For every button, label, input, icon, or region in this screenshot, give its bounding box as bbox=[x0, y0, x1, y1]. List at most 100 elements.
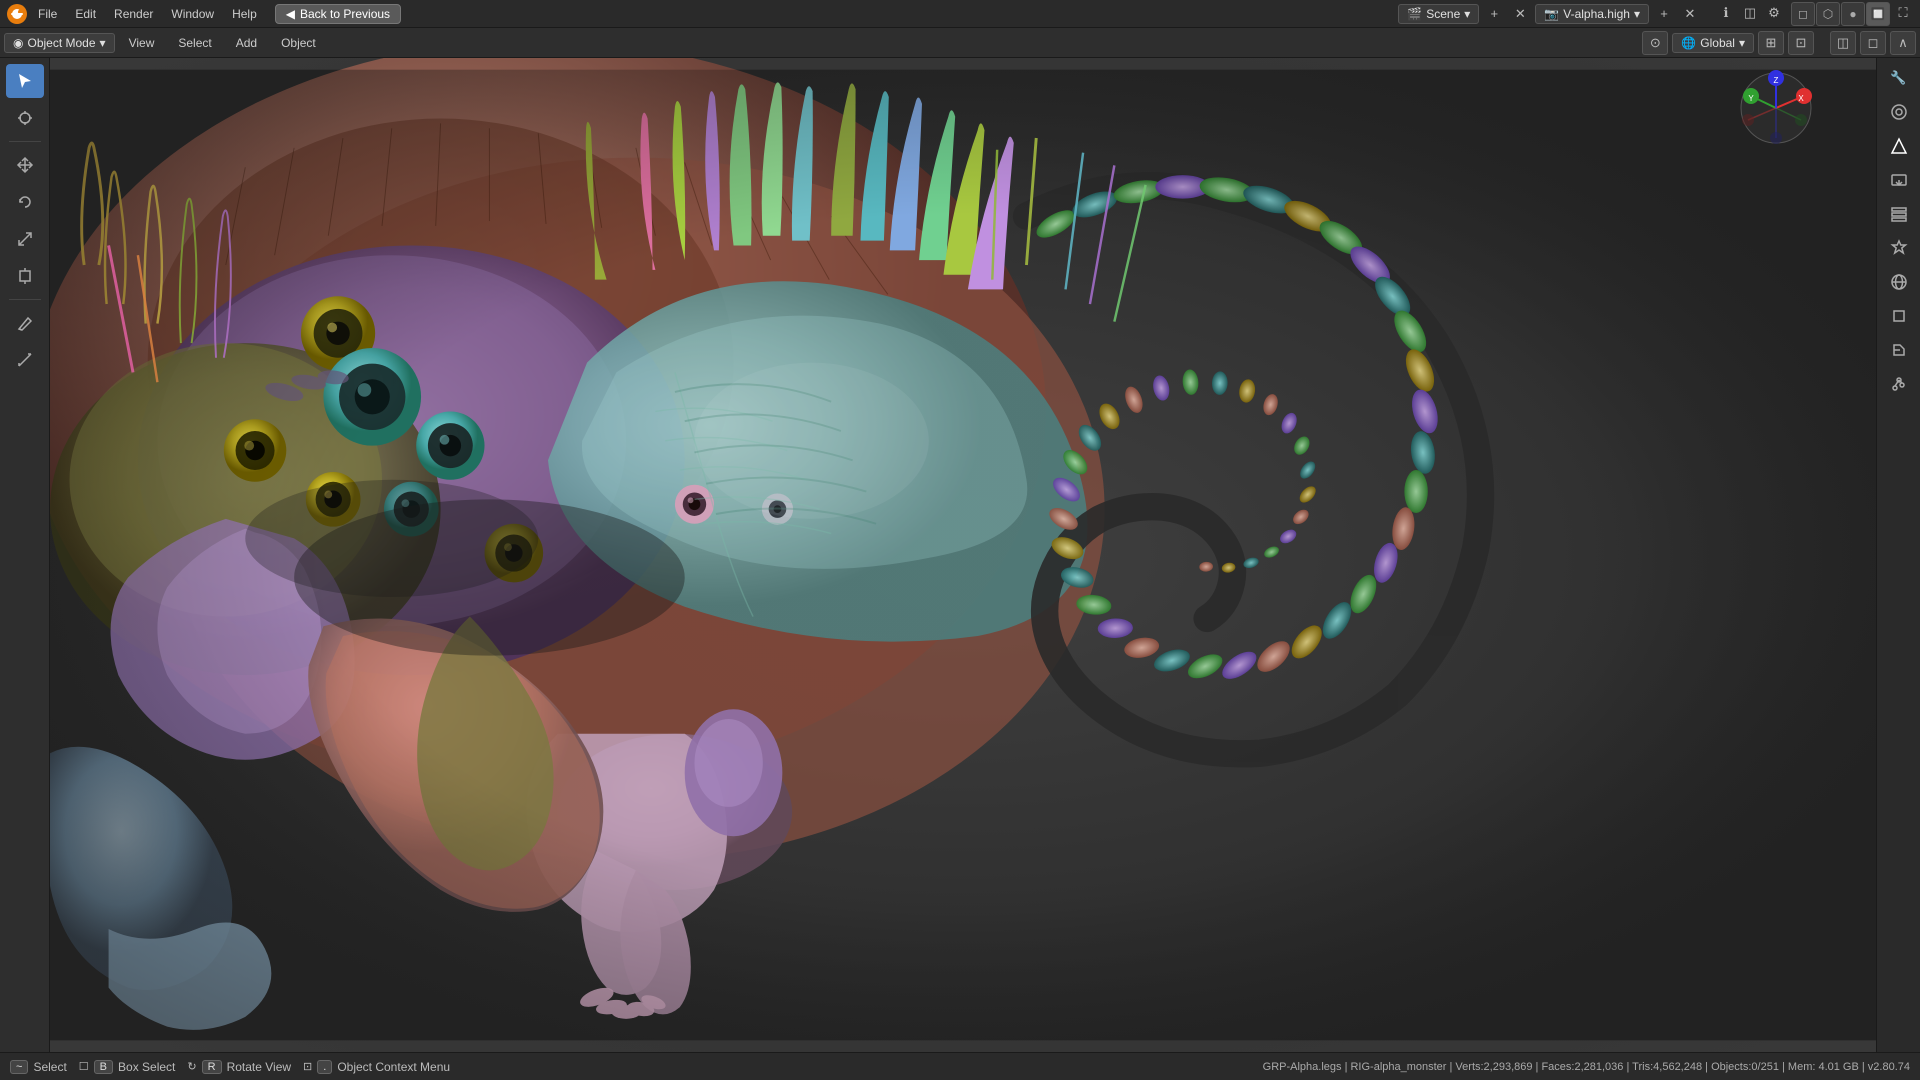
select-key: ~ bbox=[10, 1060, 28, 1074]
global-chevron: ▾ bbox=[1739, 36, 1745, 50]
menu-edit[interactable]: Edit bbox=[67, 4, 104, 24]
menu-render[interactable]: Render bbox=[106, 4, 161, 24]
context-key: . bbox=[317, 1060, 332, 1074]
fullscreen-icon[interactable]: ⛶ bbox=[1892, 2, 1914, 24]
viewport[interactable]: X Y Z bbox=[50, 58, 1876, 1052]
xray-icon[interactable]: ◻ bbox=[1860, 31, 1886, 55]
navigation-gizmo[interactable]: X Y Z bbox=[1736, 68, 1816, 148]
viewport-background bbox=[50, 58, 1876, 1052]
snap-icon[interactable]: ⊞ bbox=[1758, 31, 1784, 55]
info-icon[interactable]: ℹ bbox=[1715, 2, 1737, 24]
render-wireframe-btn[interactable]: ⬡ bbox=[1816, 2, 1840, 26]
sidebar-sep-2 bbox=[9, 299, 41, 300]
status-left: ~ Select ☐ B Box Select ↻ R Rotate View … bbox=[10, 1060, 450, 1074]
view-layer-selector[interactable]: 📷 V-alpha.high ▾ bbox=[1535, 4, 1649, 24]
render-properties-icon[interactable] bbox=[1881, 130, 1917, 162]
status-bar: ~ Select ☐ B Box Select ↻ R Rotate View … bbox=[0, 1052, 1920, 1080]
tool-move[interactable] bbox=[6, 148, 44, 182]
status-info-text: GRP-Alpha.legs | RIG-alpha_monster | Ver… bbox=[1263, 1061, 1910, 1073]
menu-help[interactable]: Help bbox=[224, 4, 265, 24]
menu-file[interactable]: File bbox=[30, 4, 65, 24]
header-left: File Edit Render Window Help ◀ Back to P… bbox=[0, 3, 407, 25]
main-area: X Y Z 🔧 bbox=[0, 58, 1920, 1052]
top-header: File Edit Render Window Help ◀ Back to P… bbox=[0, 0, 1920, 28]
toolbar-object[interactable]: Object bbox=[271, 33, 326, 53]
mode-icon: ◉ bbox=[13, 36, 23, 50]
view-layer-new-icon[interactable]: + bbox=[1653, 3, 1675, 25]
proportional-edit-icon[interactable]: ⊡ bbox=[1788, 31, 1814, 55]
back-icon: ◀ bbox=[286, 7, 295, 21]
scene-dropdown-icon: ▾ bbox=[1464, 7, 1470, 21]
tool-scale[interactable] bbox=[6, 222, 44, 256]
box-select-key: B bbox=[94, 1060, 113, 1074]
svg-text:X: X bbox=[1798, 94, 1804, 103]
scene-delete-icon[interactable]: ✕ bbox=[1509, 3, 1531, 25]
scene-label: Scene bbox=[1426, 7, 1460, 21]
world-properties-icon[interactable] bbox=[1881, 266, 1917, 298]
toolbar-bar: ◉ Object Mode ▾ View Select Add Object ⊙… bbox=[0, 28, 1920, 58]
box-select-label: Box Select bbox=[118, 1060, 175, 1074]
particle-properties-icon[interactable] bbox=[1881, 368, 1917, 400]
tool-rotate[interactable] bbox=[6, 185, 44, 219]
shading-icon[interactable]: ∧ bbox=[1890, 31, 1916, 55]
render-material-btn[interactable]: ● bbox=[1841, 2, 1865, 26]
transform-global-dropdown[interactable]: 🌐 Global ▾ bbox=[1672, 33, 1754, 53]
object-properties-icon[interactable] bbox=[1881, 300, 1917, 332]
blender-logo bbox=[6, 3, 28, 25]
view-layer-icon: 📷 bbox=[1544, 7, 1559, 21]
creature-3d-scene bbox=[50, 58, 1876, 1052]
render-solid-btn[interactable]: ◻ bbox=[1791, 2, 1815, 26]
tool-select[interactable] bbox=[6, 64, 44, 98]
sidebar-sep-1 bbox=[9, 141, 41, 142]
mode-chevron: ▾ bbox=[100, 36, 106, 50]
scene-icon: 🎬 bbox=[1407, 7, 1422, 21]
status-context-menu: ⊡ . Object Context Menu bbox=[303, 1060, 450, 1074]
tool-transform[interactable] bbox=[6, 259, 44, 293]
modifier-properties-icon[interactable] bbox=[1881, 334, 1917, 366]
view-layer-label: V-alpha.high bbox=[1563, 7, 1630, 21]
scene-settings-icon[interactable] bbox=[1881, 232, 1917, 264]
status-select: ~ Select bbox=[10, 1060, 67, 1074]
menu-window[interactable]: Window bbox=[163, 4, 222, 24]
scene-properties-icon[interactable] bbox=[1881, 96, 1917, 128]
toolbar-add[interactable]: Add bbox=[226, 33, 267, 53]
left-sidebar bbox=[0, 58, 50, 1052]
status-rotate-view: ↻ R Rotate View bbox=[187, 1060, 291, 1074]
back-label: Back to Previous bbox=[300, 7, 390, 21]
object-mode-dropdown[interactable]: ◉ Object Mode ▾ bbox=[4, 33, 115, 53]
svg-text:Y: Y bbox=[1748, 94, 1754, 103]
view-layer-properties-icon[interactable] bbox=[1881, 198, 1917, 230]
settings-icon-header[interactable]: ⚙ bbox=[1763, 2, 1785, 24]
render-rendered-btn[interactable]: 🔲 bbox=[1866, 2, 1890, 26]
rotate-icon: ↻ bbox=[187, 1060, 196, 1073]
svg-text:Z: Z bbox=[1774, 76, 1779, 85]
context-label: Object Context Menu bbox=[337, 1060, 450, 1074]
status-box-select: ☐ B Box Select bbox=[79, 1060, 176, 1074]
context-icon: ⊡ bbox=[303, 1060, 312, 1073]
view-icon-header[interactable]: ◫ bbox=[1739, 2, 1761, 24]
overlay-icon[interactable]: ◫ bbox=[1830, 31, 1856, 55]
toolbar-select[interactable]: Select bbox=[168, 33, 221, 53]
right-icon-panel: 🔧 bbox=[1876, 58, 1920, 1052]
tool-measure[interactable] bbox=[6, 343, 44, 377]
global-label: Global bbox=[1700, 36, 1735, 50]
scene-new-icon[interactable]: + bbox=[1483, 3, 1505, 25]
scene-selector[interactable]: 🎬 Scene ▾ bbox=[1398, 4, 1479, 24]
toolbar-view[interactable]: View bbox=[119, 33, 165, 53]
tool-cursor[interactable] bbox=[6, 101, 44, 135]
back-to-previous-button[interactable]: ◀ Back to Previous bbox=[275, 4, 401, 24]
view-layer-dropdown-icon: ▾ bbox=[1634, 7, 1640, 21]
mode-label: Object Mode bbox=[27, 36, 95, 50]
view-layer-delete-icon[interactable]: ✕ bbox=[1679, 3, 1701, 25]
transform-pivot-icon[interactable]: ⊙ bbox=[1642, 31, 1668, 55]
rotate-label: Rotate View bbox=[227, 1060, 291, 1074]
box-select-icon: ☐ bbox=[79, 1060, 89, 1073]
output-properties-icon[interactable] bbox=[1881, 164, 1917, 196]
properties-tool-icon[interactable]: 🔧 bbox=[1881, 62, 1917, 94]
header-right: 🎬 Scene ▾ + ✕ 📷 V-alpha.high ▾ + ✕ ℹ ◫ ⚙… bbox=[1398, 2, 1920, 26]
toolbar-right: ⊙ 🌐 Global ▾ ⊞ ⊡ ◫ ◻ ∧ bbox=[1642, 31, 1916, 55]
tool-annotate[interactable] bbox=[6, 306, 44, 340]
rotate-key: R bbox=[202, 1060, 222, 1074]
global-icon: 🌐 bbox=[1681, 36, 1696, 50]
select-label: Select bbox=[33, 1060, 66, 1074]
